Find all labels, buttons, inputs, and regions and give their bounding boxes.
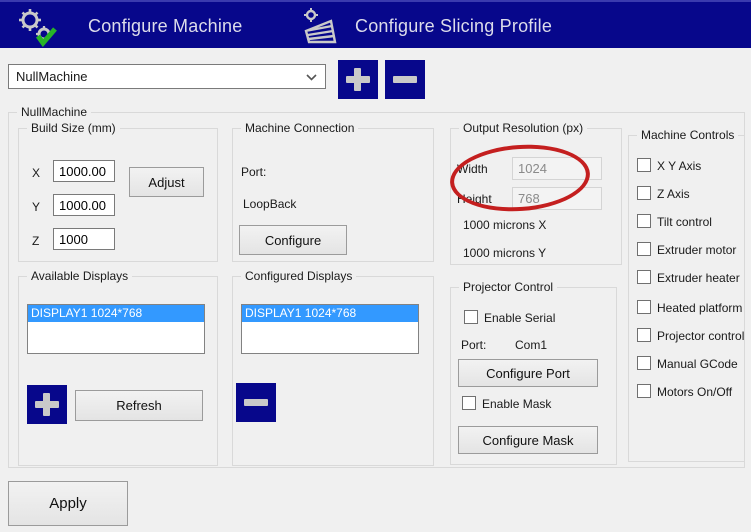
refresh-displays-button[interactable]: Refresh — [75, 390, 203, 421]
tab-configure-machine[interactable]: Configure Machine — [88, 2, 242, 50]
projector-control-title: Projector Control — [459, 280, 557, 294]
add-machine-button[interactable] — [338, 60, 378, 99]
checkbox-projector-control-label: Projector control — [657, 329, 744, 343]
checkbox-extruder-motor[interactable] — [637, 242, 651, 256]
checkbox-extruder-heater-label: Extruder heater — [657, 271, 740, 285]
checkbox-manual-gcode[interactable] — [637, 356, 651, 370]
enable-mask-label: Enable Mask — [482, 397, 551, 411]
chevron-down-icon — [306, 74, 317, 81]
machine-groupbox-title: NullMachine — [17, 105, 91, 119]
checkbox-z-axis-label: Z Axis — [657, 187, 690, 201]
checkbox-motors-onoff-label: Motors On/Off — [657, 385, 732, 399]
enable-serial-label: Enable Serial — [484, 311, 555, 325]
projector-control-group: Projector Control Enable Serial Port: Co… — [450, 287, 617, 465]
configure-machine-window: Configure Machine Configure Slicing Prof… — [0, 0, 751, 532]
checkbox-heated-platform[interactable] — [637, 300, 651, 314]
slice-gear-icon — [298, 7, 344, 47]
machine-controls-title: Machine Controls — [637, 128, 738, 142]
port-value: LoopBack — [243, 197, 296, 211]
x-size-field[interactable] — [53, 160, 115, 182]
output-resolution-title: Output Resolution (px) — [459, 121, 587, 135]
checkbox-tilt-control-label: Tilt control — [657, 215, 712, 229]
checkbox-extruder-motor-label: Extruder motor — [657, 243, 736, 257]
machine-select[interactable]: NullMachine — [8, 64, 326, 89]
apply-button[interactable]: Apply — [8, 481, 128, 526]
machine-select-value: NullMachine — [16, 69, 88, 84]
machine-controls-group: Machine Controls X Y Axis Z Axis Tilt co… — [628, 135, 745, 462]
checkbox-manual-gcode-label: Manual GCode — [657, 357, 738, 371]
checkbox-heated-platform-label: Heated platform — [657, 301, 742, 315]
minus-icon — [393, 76, 417, 83]
microns-y-label: 1000 microns Y — [463, 246, 546, 260]
header-bar: Configure Machine Configure Slicing Prof… — [0, 0, 751, 48]
microns-x-label: 1000 microns X — [463, 218, 546, 232]
configure-port-button[interactable]: Configure Port — [458, 359, 598, 387]
list-item[interactable]: DISPLAY1 1024*768 — [28, 305, 204, 322]
z-label: Z — [32, 234, 39, 248]
width-label: Width — [457, 162, 488, 176]
remove-machine-button[interactable] — [385, 60, 425, 99]
checkbox-extruder-heater[interactable] — [637, 270, 651, 284]
projector-port-value: Com1 — [515, 338, 547, 352]
checkbox-enable-mask[interactable] — [462, 396, 476, 410]
remove-display-button[interactable] — [236, 383, 276, 422]
configured-displays-title: Configured Displays — [241, 269, 356, 283]
checkbox-xy-axis[interactable] — [637, 158, 651, 172]
checkbox-tilt-control[interactable] — [637, 214, 651, 228]
configure-mask-button[interactable]: Configure Mask — [458, 426, 598, 454]
checkbox-xy-axis-label: X Y Axis — [657, 159, 701, 173]
projector-port-label: Port: — [461, 338, 486, 352]
configured-displays-list[interactable]: DISPLAY1 1024*768 — [241, 304, 419, 354]
z-size-field[interactable] — [53, 228, 115, 250]
build-size-title: Build Size (mm) — [27, 121, 120, 135]
checkbox-projector-control[interactable] — [637, 328, 651, 342]
configure-connection-button[interactable]: Configure — [239, 225, 347, 255]
gears-check-icon — [14, 7, 60, 47]
machine-connection-group: Machine Connection Port: LoopBack Config… — [232, 128, 434, 262]
y-label: Y — [32, 200, 40, 214]
available-displays-list[interactable]: DISPLAY1 1024*768 — [27, 304, 205, 354]
checkbox-enable-serial[interactable] — [464, 310, 478, 324]
port-label: Port: — [241, 165, 266, 179]
y-size-field[interactable] — [53, 194, 115, 216]
tab-configure-slicing-profile[interactable]: Configure Slicing Profile — [355, 2, 552, 50]
available-displays-title: Available Displays — [27, 269, 132, 283]
checkbox-z-axis[interactable] — [637, 186, 651, 200]
minus-icon — [244, 399, 268, 406]
adjust-button[interactable]: Adjust — [129, 167, 204, 197]
width-field — [512, 157, 602, 180]
configured-displays-group: Configured Displays DISPLAY1 1024*768 — [232, 276, 434, 466]
machine-connection-title: Machine Connection — [241, 121, 358, 135]
build-size-group: Build Size (mm) X Y Z Adjust — [18, 128, 218, 262]
x-label: X — [32, 166, 40, 180]
list-item[interactable]: DISPLAY1 1024*768 — [242, 305, 418, 322]
available-displays-group: Available Displays DISPLAY1 1024*768 Ref… — [18, 276, 218, 466]
output-resolution-group: Output Resolution (px) Width Height 1000… — [450, 128, 622, 265]
add-display-button[interactable] — [27, 385, 67, 424]
height-field — [512, 187, 602, 210]
checkbox-motors-onoff[interactable] — [637, 384, 651, 398]
height-label: Height — [457, 192, 492, 206]
